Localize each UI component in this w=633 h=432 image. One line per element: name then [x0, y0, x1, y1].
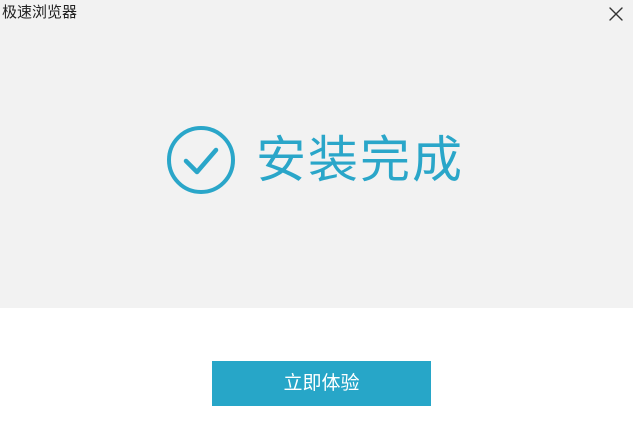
check-circle-icon	[167, 126, 235, 194]
installer-window: 极速浏览器 安装完成 立即体验	[0, 0, 633, 432]
experience-now-button[interactable]: 立即体验	[212, 361, 431, 406]
window-title: 极速浏览器	[2, 3, 78, 21]
close-icon	[609, 7, 623, 21]
close-button[interactable]	[605, 3, 627, 25]
install-status: 安装完成	[166, 124, 464, 196]
header-panel: 极速浏览器 安装完成	[0, 0, 633, 308]
status-message: 安装完成	[256, 131, 464, 189]
